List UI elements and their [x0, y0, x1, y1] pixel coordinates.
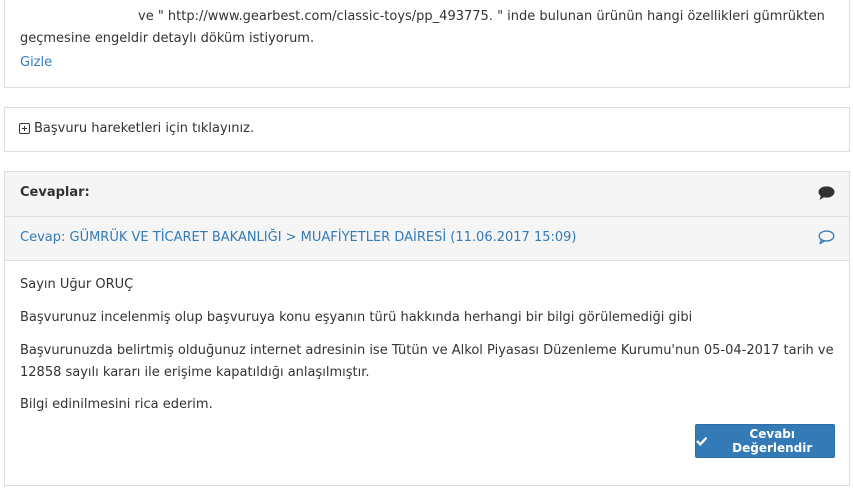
question-text-line2: geçmesine engeldir detaylı döküm istiyor… [20, 31, 315, 46]
answers-panel: Cevaplar: Cevap: GÜMRÜK VE TİCARET BAKAN… [4, 171, 850, 486]
check-icon [696, 436, 708, 446]
reply-paragraph-1: Başvurunuz incelenmiş olup başvuruya kon… [20, 310, 693, 325]
reply-header: Cevap: GÜMRÜK VE TİCARET BAKANLIĞI > MUA… [5, 217, 849, 261]
question-panel: ve " http://www.gearbest.com/classic-toy… [4, 0, 850, 88]
plus-square-icon [19, 123, 30, 134]
reply-greeting: Sayın Uğur ORUÇ [20, 277, 134, 292]
history-toggle[interactable]: Başvuru hareketleri için tıklayınız. [19, 121, 254, 136]
comments-icon [818, 186, 835, 205]
answers-header: Cevaplar: [5, 172, 849, 217]
rate-answer-button[interactable]: Cevabı Değerlendir [695, 424, 835, 458]
history-panel: Başvuru hareketleri için tıklayınız. [4, 107, 850, 152]
reply-title-link[interactable]: Cevap: GÜMRÜK VE TİCARET BAKANLIĞI > MUA… [20, 230, 576, 245]
history-label: Başvuru hareketleri için tıklayınız. [34, 121, 255, 136]
question-text: ve " http://www.gearbest.com/classic-toy… [20, 6, 835, 50]
reply-paragraph-3: Bilgi edinilmesini rica ederim. [20, 397, 213, 412]
rate-answer-label: Cevabı Değerlendir [732, 427, 813, 455]
reply-paragraph-2: Başvurunuzda belirtmiş olduğunuz interne… [20, 343, 834, 380]
question-text-line1: ve " http://www.gearbest.com/classic-toy… [138, 9, 825, 24]
hide-link[interactable]: Gizle [20, 55, 52, 70]
comment-outline-icon[interactable] [818, 230, 835, 249]
answers-title: Cevaplar: [20, 185, 90, 200]
